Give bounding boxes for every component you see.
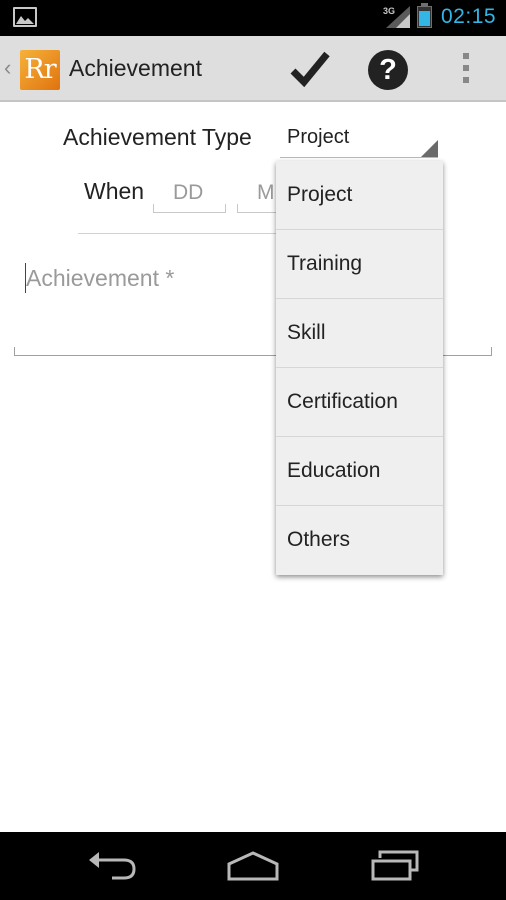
option-label: Training	[287, 252, 363, 275]
back-icon[interactable]	[86, 850, 138, 882]
achievement-type-label: Achievement Type	[63, 124, 252, 150]
dropdown-option-others[interactable]: Others	[276, 506, 443, 575]
up-caret-icon[interactable]: ‹	[4, 55, 11, 81]
dropdown-option-certification[interactable]: Certification	[276, 368, 443, 437]
overflow-menu-icon[interactable]	[461, 53, 471, 87]
achievement-type-spinner[interactable]: Project	[280, 116, 438, 158]
dropdown-option-training[interactable]: Training	[276, 230, 443, 299]
signal-icon	[386, 6, 410, 28]
app-logo[interactable]: Rr	[20, 50, 60, 90]
option-label: Others	[287, 528, 351, 551]
gallery-icon	[13, 7, 37, 27]
option-label: Certification	[287, 390, 398, 413]
clock: 02:15	[441, 5, 497, 28]
day-placeholder: DD	[173, 181, 204, 204]
dropdown-option-project[interactable]: Project	[276, 161, 443, 230]
dropdown-option-skill[interactable]: Skill	[276, 299, 443, 368]
when-label: When	[84, 178, 145, 204]
battery-icon	[417, 3, 432, 28]
home-icon[interactable]	[226, 850, 280, 882]
action-bar: ‹ Rr Achievement ?	[0, 36, 506, 102]
option-label: Skill	[287, 321, 326, 344]
help-icon[interactable]: ?	[368, 50, 408, 90]
spinner-selected-value: Project	[287, 126, 350, 148]
month-placeholder: M	[257, 181, 275, 204]
page-title: Achievement	[69, 55, 202, 81]
status-bar: 3G 02:15	[0, 0, 506, 36]
recent-apps-icon[interactable]	[370, 850, 420, 882]
day-field[interactable]: DD	[153, 173, 226, 213]
checkmark-icon[interactable]	[290, 51, 330, 87]
dropdown-arrow-icon	[421, 140, 438, 157]
navigation-bar	[0, 832, 506, 900]
dropdown-option-education[interactable]: Education	[276, 437, 443, 506]
option-label: Project	[287, 183, 353, 206]
achievement-placeholder: Achievement *	[26, 265, 175, 291]
achievement-type-dropdown: Project Training Skill Certification Edu…	[276, 161, 443, 575]
option-label: Education	[287, 459, 381, 482]
